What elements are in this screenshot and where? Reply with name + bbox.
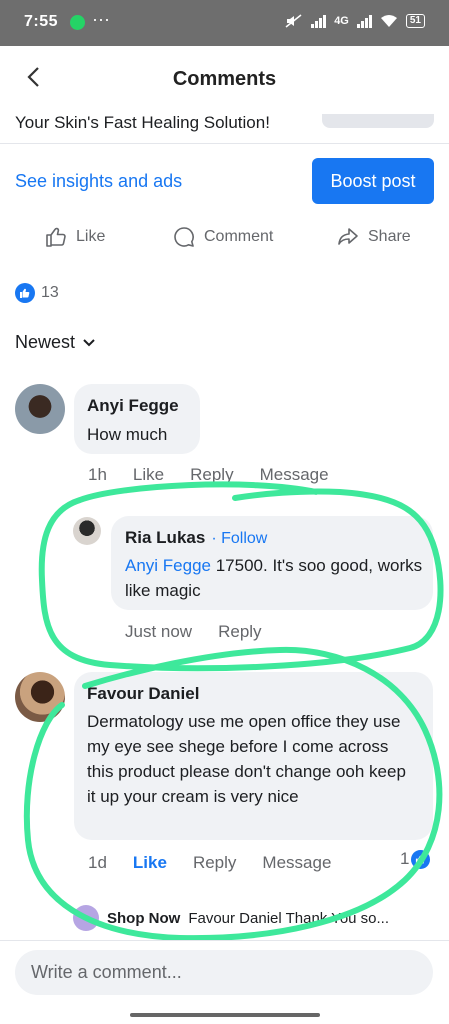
- reply-time: Just now: [125, 622, 193, 641]
- comment-like-button[interactable]: Like: [133, 853, 167, 873]
- status-icons: 4G 51: [285, 14, 425, 28]
- comment-time: 1h: [88, 465, 107, 484]
- comment-meta: 1h Like Reply Message: [88, 465, 329, 485]
- reaction-summary[interactable]: 13: [15, 283, 59, 303]
- signal-icon-2: [356, 14, 372, 28]
- comment-reply-button[interactable]: Reply: [190, 465, 233, 485]
- comment-reply-button[interactable]: Reply: [193, 853, 236, 873]
- comment-message-button[interactable]: Message: [262, 853, 331, 873]
- comment-bubble: Favour Daniel Dermatology use me open of…: [74, 672, 433, 840]
- comment-author[interactable]: Anyi Fegge: [87, 396, 179, 416]
- comment-meta: 1d Like Reply Message: [88, 853, 331, 873]
- avatar-favour-daniel[interactable]: [15, 672, 65, 722]
- reply-preview[interactable]: Shop Now Favour Daniel Thank You so...: [73, 905, 433, 931]
- see-insights-link[interactable]: See insights and ads: [15, 171, 182, 192]
- page-title: Comments: [172, 68, 277, 90]
- post-caption-snippet: Your Skin's Fast Healing Solution!: [15, 114, 270, 132]
- post-actions: Like Comment Share: [0, 225, 449, 259]
- like-label: Like: [76, 228, 106, 245]
- share-label: Share: [368, 228, 411, 245]
- comment-message-button[interactable]: Message: [260, 465, 329, 485]
- reply-meta: Just now Reply: [125, 622, 262, 642]
- comment-label: Comment: [204, 228, 274, 245]
- avatar-shop-now: [73, 905, 99, 931]
- write-comment-input[interactable]: Write a comment...: [15, 950, 433, 995]
- reply-bubble: Ria Lukas · Follow Anyi Fegge 17500. It'…: [111, 516, 433, 610]
- like-reaction-icon: [411, 849, 431, 869]
- divider: [0, 143, 449, 144]
- comment-reaction-count[interactable]: 1: [400, 849, 431, 869]
- comment-button[interactable]: Comment: [172, 225, 273, 249]
- share-button[interactable]: Share: [336, 225, 411, 249]
- boost-post-button[interactable]: Boost post: [312, 158, 434, 204]
- whatsapp-notification-icon: [70, 15, 85, 30]
- comment-like-button[interactable]: Like: [133, 465, 164, 485]
- like-button[interactable]: Like: [44, 225, 105, 249]
- comment-composer: Write a comment...: [0, 940, 449, 1024]
- comment-text: How much: [87, 425, 168, 444]
- divider: [0, 940, 449, 941]
- avatar-anyi-fegge[interactable]: [15, 384, 65, 434]
- like-reaction-icon: [15, 283, 35, 303]
- sort-dropdown[interactable]: Newest: [15, 332, 95, 353]
- battery-icon: 51: [405, 14, 425, 28]
- comment-text: Dermatology use me open office they use …: [87, 712, 406, 806]
- avatar-ria-lukas[interactable]: [73, 517, 101, 545]
- comment-bubble: Anyi Fegge How much: [74, 384, 200, 454]
- comment-author[interactable]: Favour Daniel: [87, 684, 199, 704]
- status-bar: 7:55 ··· 4G 51: [0, 0, 449, 46]
- wifi-icon: [380, 15, 397, 27]
- more-notifications-icon: ···: [92, 9, 110, 29]
- reaction-count: 13: [41, 284, 59, 301]
- reply-preview-text: Favour Daniel Thank You so...: [188, 909, 390, 927]
- chevron-down-icon: [83, 338, 95, 346]
- comment-time: 1d: [88, 853, 107, 872]
- reply-preview-author: Shop Now: [107, 909, 181, 927]
- network-type: 4G: [334, 15, 349, 27]
- comment-bubble-icon: [174, 227, 194, 247]
- post-media-edge: [322, 114, 434, 128]
- status-time: 7:55: [24, 13, 59, 30]
- follow-link[interactable]: · Follow: [211, 530, 267, 548]
- home-indicator[interactable]: [130, 1013, 320, 1017]
- mute-icon: [285, 14, 302, 28]
- reply-author[interactable]: Ria Lukas: [125, 528, 205, 548]
- app-header: Comments: [0, 46, 449, 114]
- mention-link[interactable]: Anyi Fegge: [125, 556, 211, 575]
- comment-like-count: 1: [400, 849, 410, 868]
- share-arrow-icon: [338, 228, 358, 245]
- sort-label: Newest: [15, 332, 76, 352]
- signal-icon: [311, 14, 327, 28]
- thumbs-up-icon: [46, 227, 66, 247]
- reply-reply-button[interactable]: Reply: [218, 622, 261, 642]
